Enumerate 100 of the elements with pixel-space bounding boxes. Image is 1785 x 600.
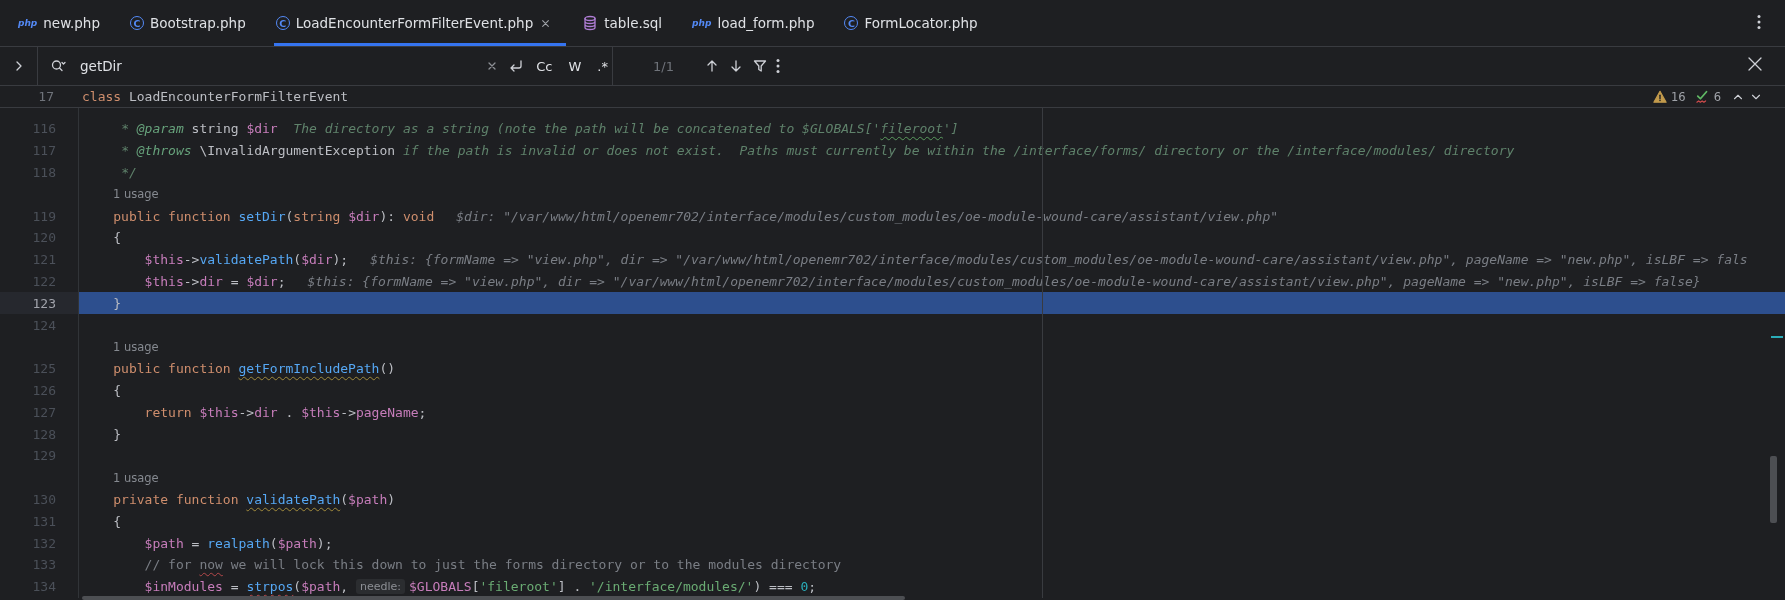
code-token: () <box>379 361 396 377</box>
code-token: void <box>402 208 435 224</box>
code-token: ( <box>340 491 349 507</box>
editor-tab[interactable]: php new.php <box>16 0 114 46</box>
code-comment: '] <box>942 121 959 137</box>
doc-tag: @param <box>136 121 184 137</box>
code-token: $this <box>301 404 341 420</box>
code-comment: The directory as a string (note the path will be concatenated to $GLOBALS[' <box>292 121 881 137</box>
code-token: ( <box>293 579 302 595</box>
code-token: = <box>190 535 201 551</box>
code-token: \InvalidArgumentException <box>198 143 396 159</box>
code-comment: fileroot <box>880 121 943 137</box>
match-count: 1/1 <box>653 58 674 74</box>
code-token: $this <box>144 273 184 289</box>
more-icon[interactable] <box>775 59 780 73</box>
editor-tab[interactable]: table.sql <box>580 0 677 46</box>
code-token: ): <box>379 208 397 224</box>
code-comment: */ <box>121 165 137 180</box>
code-token: = <box>229 273 240 289</box>
code-token: validatePath <box>199 252 294 268</box>
code-token: ; <box>418 404 427 420</box>
warning-icon <box>1653 89 1668 104</box>
code-comment: // for <box>144 557 193 573</box>
code-token: $path <box>144 535 184 551</box>
code-token: [ <box>471 579 480 595</box>
code-token: ) <box>387 491 396 507</box>
code-token: LoadEncounterFormFilterEvent <box>127 89 349 104</box>
database-icon <box>582 15 599 31</box>
editor-tab[interactable]: php load_form.php <box>690 0 829 46</box>
code-token: ; <box>808 579 817 595</box>
editor-tab[interactable]: C Bootstrap.php <box>127 0 260 46</box>
code-token: . <box>284 404 295 420</box>
code-token: 'fileroot' <box>479 579 558 595</box>
code-token: '/interface/modules/' <box>589 579 754 595</box>
code-token: dir <box>254 404 278 420</box>
change-marker <box>1771 336 1783 338</box>
code-token: dir <box>199 273 223 289</box>
code-token: { <box>113 382 122 398</box>
scrollbar-thumb[interactable] <box>82 596 905 600</box>
code-token: validatePath <box>246 491 341 507</box>
code-token: ); <box>332 252 349 268</box>
inline-hint: $this: {formName => "view.php", dir => "/var/www/html/openemr702/interface/modules/custom_modules/oe-module-wound-care/assistant/view.php", pageName => "new.php", isLBF => fals <box>370 252 1748 268</box>
line-number: 17 <box>37 89 54 104</box>
code-token: = <box>229 579 240 595</box>
code-token: $path <box>301 579 341 595</box>
code-token: $path <box>348 491 388 507</box>
code-token: public function <box>113 361 232 377</box>
usage-hint[interactable]: 1 usage <box>113 470 159 485</box>
scrollbar-thumb[interactable] <box>1770 456 1777 523</box>
code-token: } <box>113 426 122 442</box>
search-option[interactable]: Cc <box>532 56 557 76</box>
code-token: , <box>340 579 350 595</box>
code-token: return <box>144 404 193 420</box>
typo-check-icon <box>1695 89 1710 104</box>
code-token: } <box>113 295 122 311</box>
code-token: private function <box>113 491 240 507</box>
code-token: ] . <box>557 579 583 595</box>
typo-count: 6 <box>1713 89 1721 104</box>
code-token: ); <box>316 535 333 551</box>
code-token: ; <box>277 273 286 289</box>
code-comment: * <box>121 121 130 137</box>
filter-icon <box>751 58 768 74</box>
usage-hint[interactable]: 1 usage <box>113 339 159 354</box>
editor-tab[interactable]: C FormLocator.php <box>842 0 992 46</box>
search-field[interactable]: getDir <box>76 58 477 74</box>
more-icon[interactable] <box>1757 14 1761 29</box>
code-token: public function <box>113 208 232 224</box>
doc-tag: @throws <box>136 143 192 159</box>
code-token: $dir <box>348 208 380 224</box>
code-token: $GLOBALS <box>409 579 472 595</box>
code-token: $dir <box>246 273 278 289</box>
warning-count: 16 <box>1671 89 1686 104</box>
php-file-icon: php <box>692 18 712 28</box>
inline-hint: $dir: "/var/www/html/openemr702/interface/modules/custom_modules/oe-module-wound-care/assistant/view.php" <box>456 208 1279 224</box>
parameter-hint: needle: <box>355 579 405 595</box>
code-token: ( <box>293 252 302 268</box>
code-token: $this <box>199 404 239 420</box>
editor-tab[interactable]: C LoadEncounterFormFilterEvent.php <box>273 0 567 46</box>
search-option[interactable]: .* <box>593 56 612 76</box>
code-token: $path <box>277 535 317 551</box>
code-token: -> <box>183 252 200 268</box>
code-token: realpath <box>207 535 270 551</box>
code-token: $dir <box>301 252 333 268</box>
search-option[interactable]: W <box>564 56 586 76</box>
usage-hint[interactable]: 1 usage <box>113 187 159 202</box>
code-comment: if the path is invalid or does not exist. Paths must currently be within the /interface/forms/ directory or the /interface/modules/ directory <box>401 143 1515 159</box>
close-icon <box>1747 56 1763 72</box>
code-token: getFormIncludePath <box>238 361 380 377</box>
code-token: 0 <box>800 579 809 595</box>
inline-hint: $this: {formName => "view.php", dir => "/var/www/html/openemr702/interface/modules/custom_modules/oe-module-wound-care/assistant/view.php", pageName => "new.php", isLBF => false} <box>307 273 1701 289</box>
code-token: ( <box>285 208 294 224</box>
code-comment: we will lock this down to just the forms directory or to the modules directory <box>229 557 842 573</box>
code-token: string <box>293 208 342 224</box>
code-token: $inModules <box>144 579 223 595</box>
code-token: ) === <box>753 579 794 595</box>
php-file-icon: php <box>18 18 38 28</box>
code-token: -> <box>340 404 356 420</box>
code-token: -> <box>238 404 255 420</box>
line-number: 123 <box>32 295 56 311</box>
code-comment: now <box>199 557 223 573</box>
